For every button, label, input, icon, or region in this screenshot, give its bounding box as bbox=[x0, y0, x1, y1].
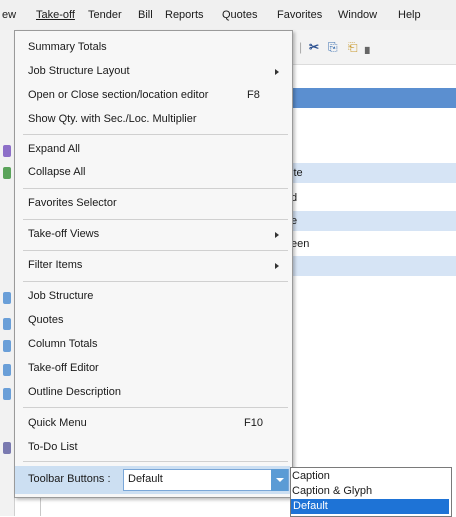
menu-item-expand-all[interactable]: Expand All bbox=[28, 142, 80, 156]
option-default[interactable]: Default bbox=[291, 499, 449, 514]
menu-item-summary-totals[interactable]: Summary Totals bbox=[28, 40, 107, 54]
menu-item-quotes[interactable]: Quotes bbox=[28, 313, 63, 327]
grid-row-band bbox=[290, 163, 456, 183]
menu-item-column-totals[interactable]: Column Totals bbox=[28, 337, 98, 351]
shortcut-f10: F10 bbox=[244, 417, 263, 429]
shortcut-f8: F8 bbox=[247, 89, 260, 101]
menu-bar: ew Take-off Tender Bill Reports Quotes F… bbox=[0, 0, 456, 31]
cut-icon[interactable]: ✂ bbox=[309, 40, 319, 54]
menu-item-quick-menu[interactable]: Quick Menu bbox=[28, 416, 87, 430]
menu-reports[interactable]: Reports bbox=[165, 9, 204, 21]
menu-takeoff[interactable]: Take-off bbox=[36, 9, 75, 21]
menu-item-show-qty-multiplier[interactable]: Show Qty. with Sec./Loc. Multiplier bbox=[28, 112, 197, 126]
grid-header-band bbox=[290, 88, 456, 108]
menu-item-job-structure[interactable]: Job Structure bbox=[28, 289, 93, 303]
option-caption-glyph[interactable]: Caption & Glyph bbox=[292, 484, 372, 499]
menu-item-open-close-section-editor[interactable]: Open or Close section/location editor bbox=[28, 88, 208, 102]
menu-tender[interactable]: Tender bbox=[88, 9, 122, 21]
submenu-arrow-icon bbox=[275, 263, 279, 269]
toolbar-separator: | bbox=[299, 40, 303, 54]
expand-icon bbox=[3, 145, 11, 157]
left-tool-strip bbox=[0, 30, 15, 516]
view-menu: Summary Totals Job Structure Layout Open… bbox=[14, 30, 293, 498]
menu-window[interactable]: Window bbox=[338, 9, 377, 21]
todo-icon bbox=[3, 442, 11, 454]
menu-bill[interactable]: Bill bbox=[138, 9, 153, 21]
copy-icon[interactable]: ⎘ bbox=[328, 40, 338, 54]
toolbar-buttons-label: Toolbar Buttons : bbox=[28, 473, 111, 485]
menu-separator bbox=[23, 461, 288, 462]
menu-quotes[interactable]: Quotes bbox=[222, 9, 257, 21]
menu-favorites[interactable]: Favorites bbox=[277, 9, 322, 21]
chevron-down-icon[interactable] bbox=[271, 469, 288, 491]
menu-separator bbox=[23, 188, 288, 189]
menu-item-job-structure-layout[interactable]: Job Structure Layout bbox=[28, 64, 130, 78]
panel-icon bbox=[3, 292, 11, 304]
grid-row-band bbox=[290, 211, 456, 231]
panel-icon bbox=[3, 340, 11, 352]
paste-special-icon[interactable]: ▖ bbox=[365, 40, 374, 54]
menu-view[interactable]: ew bbox=[2, 9, 16, 21]
grid-cell: een bbox=[291, 238, 310, 250]
menu-item-filter-items[interactable]: Filter Items bbox=[28, 258, 82, 272]
submenu-arrow-icon bbox=[275, 232, 279, 238]
menu-separator bbox=[23, 134, 288, 135]
panel-icon bbox=[3, 364, 11, 376]
menu-separator bbox=[23, 407, 288, 408]
option-caption[interactable]: Caption bbox=[292, 469, 330, 484]
paste-icon[interactable]: ⎗ bbox=[348, 40, 358, 54]
menu-item-outline-description[interactable]: Outline Description bbox=[28, 385, 121, 399]
collapse-icon bbox=[3, 167, 11, 179]
menu-item-takeoff-editor[interactable]: Take-off Editor bbox=[28, 361, 99, 375]
menu-separator bbox=[23, 281, 288, 282]
menu-separator bbox=[23, 250, 288, 251]
menu-separator bbox=[23, 219, 288, 220]
grid-row-band bbox=[290, 256, 456, 276]
toolbar-buttons-value: Default bbox=[128, 473, 163, 485]
panel-icon bbox=[3, 388, 11, 400]
menu-item-collapse-all[interactable]: Collapse All bbox=[28, 165, 85, 179]
menu-item-takeoff-views[interactable]: Take-off Views bbox=[28, 227, 99, 241]
menu-help[interactable]: Help bbox=[398, 9, 421, 21]
submenu-arrow-icon bbox=[275, 69, 279, 75]
menu-item-favorites-selector[interactable]: Favorites Selector bbox=[28, 196, 117, 210]
panel-icon bbox=[3, 318, 11, 330]
menu-item-todo-list[interactable]: To-Do List bbox=[28, 440, 78, 454]
